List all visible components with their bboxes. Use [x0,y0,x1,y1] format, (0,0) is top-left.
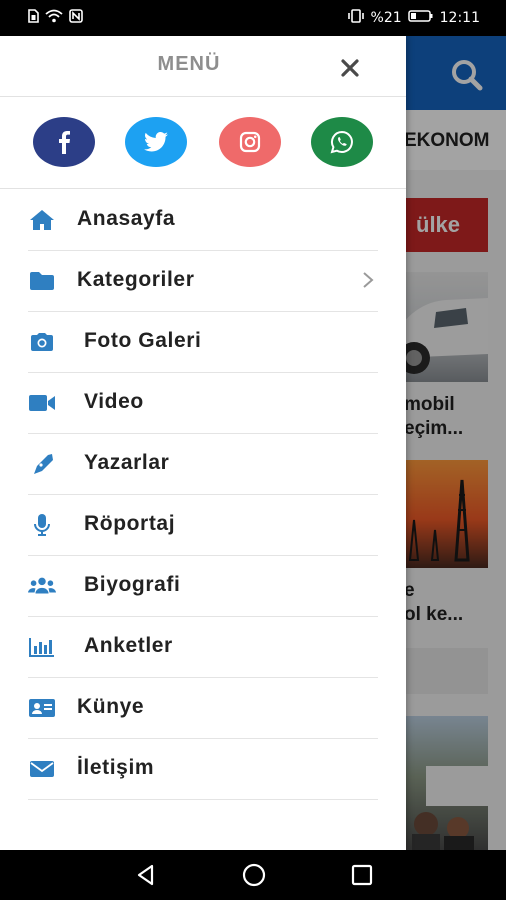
camera-icon [28,329,56,355]
menu-item-label: İletişim [77,756,155,779]
nfc-icon [69,9,83,27]
close-button[interactable] [336,54,364,82]
menu-item-iletisim[interactable]: İletişim [28,739,378,800]
divider [0,96,406,97]
bar-chart-icon [28,634,56,660]
vibrate-icon [347,9,365,27]
drawer-title: MENÜ [157,53,221,75]
users-icon [28,573,56,599]
menu-item-label: Video [84,390,144,413]
back-button[interactable] [133,862,159,888]
system-navigation-bar [0,850,506,900]
menu-item-label: Yazarlar [84,451,170,474]
menu-item-label: Biyografi [84,573,181,596]
menu-item-kategoriler[interactable]: Kategoriler [28,251,378,312]
status-bar: %21 12:11 [0,0,506,36]
close-icon [341,59,359,77]
menu-item-label: Künye [77,695,145,718]
battery-icon [407,9,434,27]
recents-button[interactable] [349,862,375,888]
menu-item-label: Anasayfa [77,207,176,230]
divider [0,188,406,189]
whatsapp-button[interactable] [311,117,373,167]
facebook-button[interactable] [33,117,95,167]
menu-item-label: Anketler [84,634,173,657]
navigation-drawer: MENÜ Anasayfa Kategoriler Foto Galeri Vi… [0,36,406,850]
home-circle-icon [242,863,266,887]
menu-item-biyografi[interactable]: Biyografi [28,556,378,617]
id-card-icon [28,695,56,721]
microphone-icon [28,512,56,538]
menu-item-anasayfa[interactable]: Anasayfa [28,190,378,251]
menu-item-foto-galeri[interactable]: Foto Galeri [28,312,378,373]
recents-icon [351,864,373,886]
home-button[interactable] [241,862,267,888]
menu-item-anketler[interactable]: Anketler [28,617,378,678]
app-screen: EKONOM ülke mobil eçim... e ol ke... MEN… [0,36,506,850]
menu-item-roportaj[interactable]: Röportaj [28,495,378,556]
drawer-scrim[interactable] [406,36,506,850]
menu-item-label: Foto Galeri [84,329,202,352]
menu-item-video[interactable]: Video [28,373,378,434]
envelope-icon [28,756,56,782]
menu-item-label: Kategoriler [77,268,195,291]
menu-item-label: Röportaj [84,512,176,535]
folder-icon [28,268,56,294]
twitter-icon [144,132,168,152]
whatsapp-icon [330,130,353,154]
video-camera-icon [28,390,56,416]
instagram-button[interactable] [219,117,281,167]
home-icon [28,207,56,233]
battery-percent: %21 [370,10,402,26]
menu-item-yazarlar[interactable]: Yazarlar [28,434,378,495]
wifi-icon [45,9,63,27]
instagram-icon [239,131,261,153]
twitter-button[interactable] [125,117,187,167]
clock: 12:11 [439,10,480,26]
facebook-icon [59,131,70,154]
pen-icon [28,451,56,477]
sim-icon [28,9,39,27]
menu-item-kunye[interactable]: Künye [28,678,378,739]
chevron-right-icon [360,270,376,290]
drawer-menu: Anasayfa Kategoriler Foto Galeri Video Y… [28,190,378,800]
back-icon [137,864,154,886]
